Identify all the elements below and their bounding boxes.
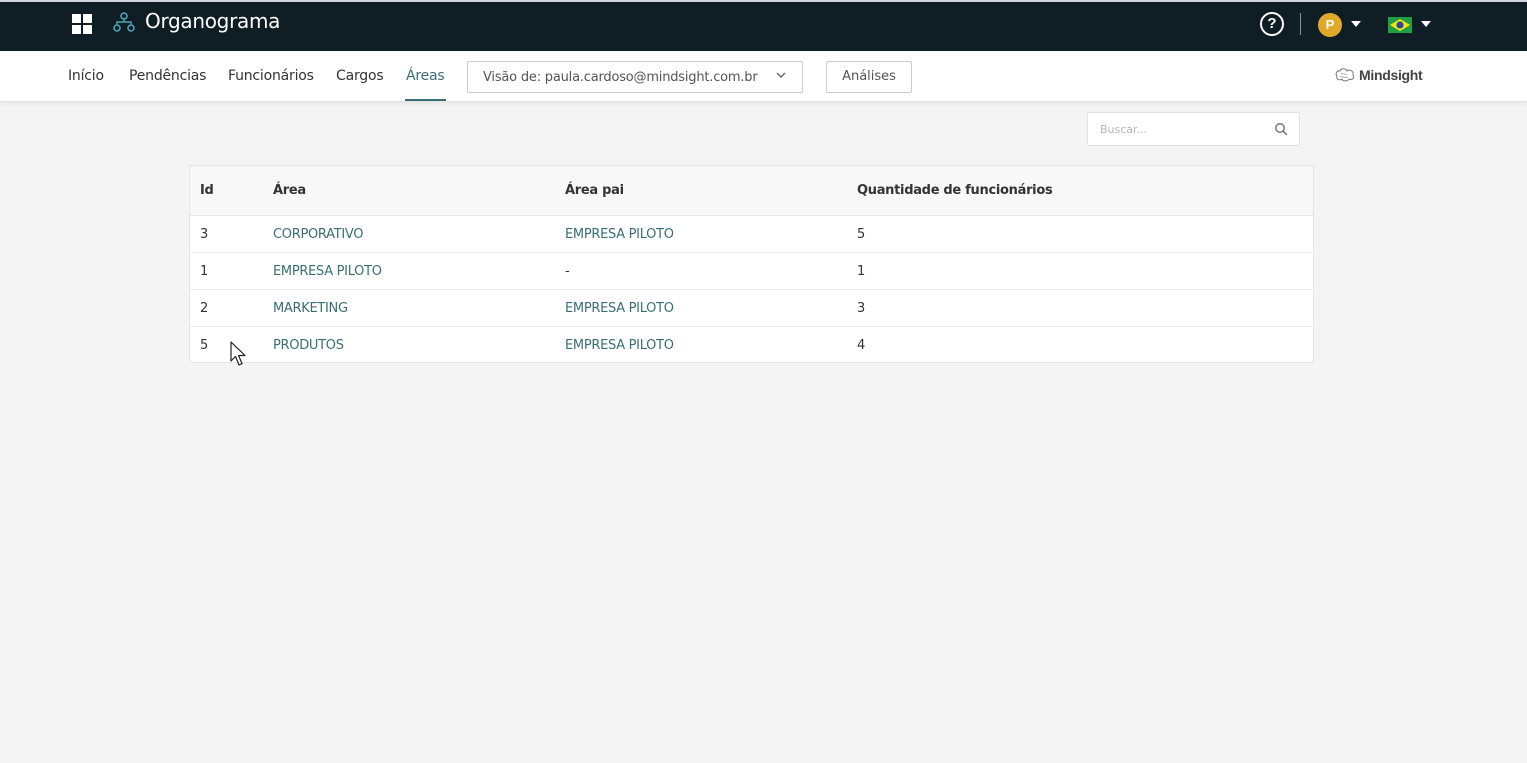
view-select-label: Visão de: paula.cardoso@mindsight.com.br (483, 70, 758, 85)
column-header-quantidade[interactable]: Quantidade de funcionários (857, 183, 1053, 198)
nav-bar: Início Pendências Funcionários Cargos Ár… (0, 51, 1527, 102)
table-row[interactable]: 3 CORPORATIVO EMPRESA PILOTO 5 (190, 216, 1313, 253)
cell-qty: 3 (857, 301, 865, 316)
table-header: Id Área Área pai Quantidade de funcionár… (190, 166, 1313, 216)
nav-item-areas[interactable]: Áreas (406, 68, 445, 84)
app-title[interactable]: Organograma (145, 9, 280, 33)
divider (1300, 13, 1301, 35)
cell-id: 1 (200, 264, 208, 279)
table-row[interactable]: 1 EMPRESA PILOTO - 1 (190, 253, 1313, 290)
cell-area-link[interactable]: EMPRESA PILOTO (273, 264, 382, 279)
column-header-area[interactable]: Área (273, 183, 306, 198)
view-select[interactable]: Visão de: paula.cardoso@mindsight.com.br (467, 61, 803, 93)
search-input[interactable] (1100, 120, 1260, 138)
cell-area-link[interactable]: MARKETING (273, 301, 348, 316)
brain-logo-icon (1335, 68, 1355, 82)
cell-qty: 1 (857, 264, 865, 279)
cell-parent-link[interactable]: EMPRESA PILOTO (565, 301, 674, 316)
brand-name: Mindsight (1359, 67, 1423, 83)
help-icon[interactable]: ? (1260, 12, 1284, 36)
analises-button[interactable]: Análises (826, 61, 912, 93)
cell-area-link[interactable]: CORPORATIVO (273, 227, 363, 242)
search-icon[interactable] (1274, 122, 1288, 136)
search-box[interactable] (1087, 112, 1300, 146)
cell-id: 5 (200, 338, 208, 353)
cell-parent-link[interactable]: EMPRESA PILOTO (565, 338, 674, 353)
brand-logo[interactable]: Mindsight (1334, 65, 1423, 85)
chevron-down-icon (776, 72, 786, 78)
brazil-flag-icon[interactable] (1388, 17, 1412, 33)
mouse-cursor-icon (230, 341, 246, 366)
nav-item-pendencias[interactable]: Pendências (129, 68, 206, 84)
table-row[interactable]: 5 PRODUTOS EMPRESA PILOTO 4 (190, 327, 1313, 364)
cell-id: 3 (200, 227, 208, 242)
top-bar: Organograma ? P (0, 0, 1527, 51)
cell-qty: 4 (857, 338, 865, 353)
cell-qty: 5 (857, 227, 865, 242)
column-header-id[interactable]: Id (200, 183, 214, 198)
apps-grid-icon[interactable] (72, 14, 92, 34)
chevron-down-icon[interactable] (1351, 21, 1361, 27)
cell-parent-link[interactable]: EMPRESA PILOTO (565, 227, 674, 242)
cell-id: 2 (200, 301, 208, 316)
cell-parent: - (565, 264, 570, 279)
areas-table: Id Área Área pai Quantidade de funcionár… (189, 165, 1314, 363)
column-header-area-pai[interactable]: Área pai (565, 183, 624, 198)
chevron-down-icon[interactable] (1421, 21, 1431, 27)
org-chart-icon (113, 12, 135, 32)
avatar[interactable]: P (1318, 13, 1342, 37)
nav-item-cargos[interactable]: Cargos (336, 68, 384, 84)
table-row[interactable]: 2 MARKETING EMPRESA PILOTO 3 (190, 290, 1313, 327)
cell-area-link[interactable]: PRODUTOS (273, 338, 344, 353)
nav-item-inicio[interactable]: Início (68, 68, 104, 84)
nav-item-funcionarios[interactable]: Funcionários (228, 68, 314, 84)
active-tab-indicator (405, 99, 446, 101)
